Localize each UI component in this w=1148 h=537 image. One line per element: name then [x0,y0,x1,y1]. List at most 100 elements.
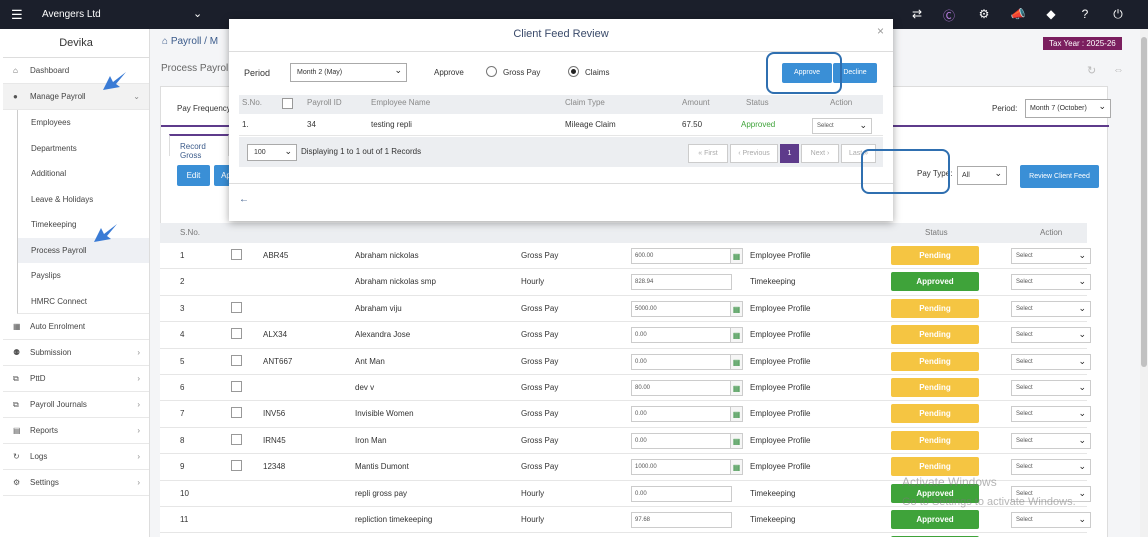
per-page-select[interactable]: 100 ⌄ [247,144,297,161]
chevron-down-icon: ⌄ [1078,434,1086,445]
row-action-select[interactable]: Select ⌄ [1011,380,1091,396]
row-action-select[interactable]: Select ⌄ [1011,327,1091,344]
calculator-icon[interactable]: ▦ [730,248,743,264]
amount-input[interactable]: 600.00 [631,248,732,264]
amount-input[interactable]: 0.00 [631,406,732,423]
row-action-select[interactable]: Select ⌄ [1011,432,1091,449]
row-action-select[interactable]: Select ⌄ [1011,300,1091,317]
row-checkbox[interactable] [231,249,242,260]
breadcrumb[interactable]: ⌂ Payroll / M [162,36,218,47]
sidebar-item-logs[interactable]: ↻ Logs › [3,444,149,470]
sidebar-item-auto-enrolment[interactable]: ▦ Auto Enrolment [3,314,149,340]
sidebar-sub-departments[interactable]: Departments [17,135,149,161]
select-all-checkbox[interactable] [282,98,293,109]
calculator-icon[interactable]: ▦ [730,353,743,370]
review-client-feed-button[interactable]: Review Client Feed [1020,165,1099,188]
amount-input[interactable]: 80.00 [631,380,732,396]
power-icon[interactable]: ⏻ [1110,7,1126,22]
table-row: 1 ABR45 Abraham nickolas Gross Pay 600.00 ▦ Em… [160,243,1091,270]
row-checkbox[interactable] [231,301,242,313]
calculator-icon[interactable]: ▦ [730,327,743,344]
calculator-icon[interactable]: ▦ [730,406,743,423]
sidebar-sub-timekeeping[interactable]: Timekeeping [17,212,149,238]
chevron-right-icon: › [137,452,140,461]
sidebar-item-payroll-journals[interactable]: ⧉ Payroll Journals › [3,392,149,418]
cell-amount: 67.50 [682,120,703,129]
amount-input[interactable]: 0.00 [631,485,732,502]
row-action-select[interactable]: Select ⌄ [1011,353,1091,370]
pager-previous[interactable]: ‹ Previous [730,144,778,163]
sidebar-sub-process-payroll[interactable]: Process Payroll [17,237,149,263]
sidebar-item-reports[interactable]: ▤ Reports › [3,418,149,444]
row-action-select[interactable]: Select ⌄ [1011,406,1091,423]
pager-first[interactable]: « First [688,144,728,163]
col-status: Status [746,98,769,107]
users-icon[interactable]: ⚙ [976,7,992,21]
pager-current[interactable]: 1 [780,144,799,163]
expand-icon[interactable]: ⇔ [1113,64,1124,76]
windows-watermark-title: Activate Windows [902,475,997,489]
swap-icon[interactable]: ⇄ [909,7,925,21]
calculator-icon[interactable]: ▦ [730,432,743,449]
modal-period-select[interactable]: Month 2 (May) ⌄ [290,63,407,82]
sidebar-sub-additional[interactable]: Additional [17,161,149,187]
help-icon[interactable]: ? [1077,7,1093,21]
amount-input[interactable]: 828.94 [631,274,732,291]
company-name[interactable]: Avengers Ltd [42,9,101,20]
sidebar-item-submission[interactable]: ⚉ Submission › [3,340,149,366]
row-checkbox[interactable] [231,381,242,392]
row-action-select[interactable]: Select ⌄ [1011,459,1091,476]
windows-watermark-text: Go to Settings to activate Windows. [902,496,1076,508]
sidebar-sub-leave-holidays[interactable]: Leave & Holidays [17,186,149,212]
megaphone-icon[interactable]: 📣 [1010,7,1026,21]
status-badge: Pending [891,404,979,424]
amount-input[interactable]: 0.00 [631,432,732,449]
tab-record-gross[interactable]: Record Gross [169,134,229,160]
amount-input[interactable]: 0.00 [631,353,732,370]
calculator-icon[interactable]: ▦ [730,380,743,396]
row-checkbox[interactable] [231,407,242,419]
table-header: S.No. Status Action [160,223,1087,243]
chevron-down-icon: ⌄ [1078,329,1086,340]
row-action-select[interactable]: Select ⌄ [1011,512,1091,528]
cell-sno: 6 [180,383,185,392]
chevron-down-icon: ⌄ [1078,382,1086,392]
amount-input[interactable]: 0.00 [631,327,732,344]
close-icon[interactable]: × [877,24,884,38]
sidebar-sub-employees[interactable]: Employees [17,110,149,136]
scrollbar-thumb[interactable] [1141,37,1147,367]
pager-next[interactable]: Next › [801,144,839,163]
row-checkbox[interactable] [231,433,242,445]
edit-button[interactable]: Edit [177,165,210,186]
pay-frequency-label: Pay Frequency [177,104,231,113]
back-arrow-icon[interactable]: ← [239,194,249,205]
amount-input[interactable]: 5000.00 [631,300,732,317]
row-action-select[interactable]: Select ⌄ [812,118,872,134]
company-dropdown-chevron-icon[interactable]: ⌄ [193,7,202,20]
amount-input[interactable]: 97.68 [631,512,732,528]
sidebar-item-settings[interactable]: ⚙ Settings › [3,470,149,496]
records-info: Displaying 1 to 1 out of 1 Records [301,147,422,156]
page-scrollbar[interactable] [1140,29,1148,537]
sidebar-sub-hmrc-connect[interactable]: HMRC Connect [17,288,149,314]
row-action-select[interactable]: Select ⌄ [1011,274,1091,291]
ticket-icon[interactable]: ◆ [1043,7,1059,21]
row-action-select[interactable]: Select ⌄ [1011,248,1091,264]
radio-claims[interactable] [568,66,579,77]
refresh-icon[interactable]: ↻ [1087,64,1096,77]
sidebar-sub-payslips[interactable]: Payslips [17,263,149,289]
c-logo-icon[interactable]: Ⓒ [941,7,957,24]
row-checkbox[interactable] [231,460,242,472]
cell-employee-name: Iron Man [355,435,387,445]
calculator-icon[interactable]: ▦ [730,459,743,476]
row-checkbox[interactable] [231,354,242,366]
row-checkbox[interactable] [231,328,242,340]
hamburger-menu-icon[interactable]: ☰ [11,7,23,23]
table-row: 7 INV56 Invisible Women Gross Pay 0.00 ▦ Emplo… [160,401,1091,428]
calculator-icon[interactable]: ▦ [730,300,743,317]
radio-gross-pay[interactable] [486,66,497,77]
period-select[interactable]: Month 7 (October) ⌄ [1025,99,1111,118]
sidebar-item-pttd[interactable]: ⧉ PttD › [3,366,149,392]
amount-input[interactable]: 1000.00 [631,459,732,476]
pay-type-select[interactable]: All ⌄ [957,166,1007,185]
